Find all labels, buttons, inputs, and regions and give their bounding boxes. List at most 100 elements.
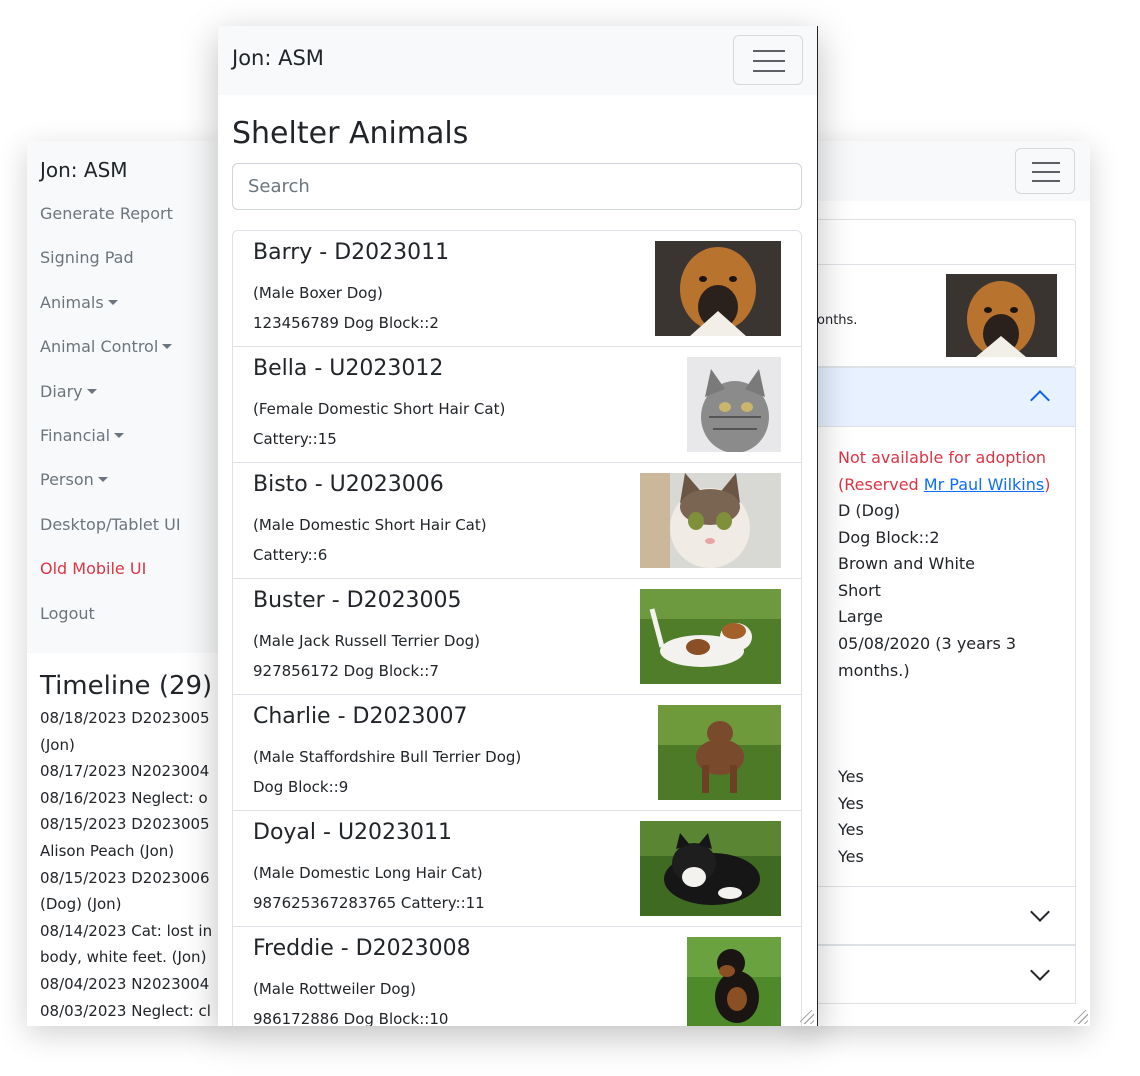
timeline-entry: (Jon) [40, 735, 75, 754]
kitten-photo [640, 473, 781, 568]
timeline-entry: 08/15/2023 D2023006 [40, 868, 210, 887]
flag-value: Yes [838, 820, 864, 840]
timeline-entry: 08/15/2023 D2023005 [40, 815, 210, 834]
menu-item-label: Logout [40, 603, 95, 623]
menu-item[interactable]: Old Mobile UI [40, 554, 227, 598]
animal-description: (Female Domestic Short Hair Cat) [253, 400, 506, 418]
detail-value: Short [838, 580, 881, 600]
menu-item[interactable]: Person [40, 465, 227, 509]
resize-grip-icon[interactable] [1074, 1010, 1088, 1024]
animal-name: Bisto - U2023006 [253, 472, 444, 497]
menu-item[interactable]: Desktop/Tablet UI [40, 510, 227, 554]
animal-name: Buster - D2023005 [253, 588, 462, 613]
animal-name: Bella - U2023012 [253, 356, 444, 381]
detail-navbar [800, 141, 1090, 201]
adoption-status: Not available for adoption [838, 448, 1047, 467]
menu-item[interactable]: Animal Control [40, 332, 227, 376]
caret-down-icon [86, 388, 97, 394]
menu-brand[interactable]: Jon: ASM [40, 155, 227, 199]
timeline-title: Timeline (29) [40, 671, 213, 701]
front-navbar: Jon: ASM [218, 26, 817, 95]
caret-down-icon [97, 477, 108, 483]
timeline-entry: 08/18/2023 D2023005 [40, 709, 210, 727]
accordion-section-3[interactable] [800, 945, 1076, 1004]
detail-value: D (Dog) [838, 501, 901, 520]
chevron-down-icon [1030, 902, 1050, 922]
menu-item[interactable]: Animals [40, 288, 227, 332]
menu-item-label: Person [40, 470, 94, 490]
timeline-entry: body, white feet. (Jon) [40, 948, 207, 967]
boxer-dog-photo [946, 274, 1057, 357]
resize-grip-icon[interactable] [800, 1010, 814, 1024]
animal-list-item[interactable]: Buster - D2023005 (Male Jack Russell Terr… [233, 579, 801, 695]
animal-list-item[interactable]: Barry - D2023011 (Male Boxer Dog) 12345678… [233, 231, 801, 347]
menu-item[interactable]: Logout [40, 599, 227, 643]
timeline-entry: 08/16/2023 Neglect: o [40, 788, 208, 807]
animal-description: (Male Rottweiler Dog) [253, 980, 416, 998]
rottweiler-photo [687, 937, 781, 1026]
animal-location: Cattery::6 [253, 546, 328, 564]
detail-value: months.) [838, 660, 910, 680]
animal-description: (Male Jack Russell Terrier Dog) [253, 632, 481, 650]
caret-down-icon [114, 432, 125, 438]
timeline-entry: (Dog) (Jon) [40, 895, 122, 914]
boxer-dog-photo [655, 241, 781, 336]
caret-down-icon [162, 344, 173, 350]
age-snippet: onths. [817, 313, 858, 328]
side-menu: Jon: ASM Generate Report Signing Pad Anima… [27, 141, 227, 653]
animal-list-item[interactable]: Bisto - U2023006 (Male Domestic Short Hai… [233, 463, 801, 579]
timeline-entry: 08/14/2023 Cat: lost in [40, 921, 213, 940]
menu-item-label: Diary [40, 381, 83, 401]
search-input[interactable] [232, 163, 802, 210]
menu-toggle-button[interactable] [1015, 148, 1075, 194]
animal-name: Doyal - U2023011 [253, 820, 453, 845]
animal-description: (Male Domestic Long Hair Cat) [253, 864, 483, 882]
menu-item-label: Desktop/Tablet UI [40, 514, 181, 534]
chevron-up-icon [1030, 390, 1050, 410]
animal-location: Dog Block::9 [253, 778, 349, 796]
flag-value: Yes [838, 767, 864, 786]
staffy-photo [658, 705, 781, 800]
animal-description: (Male Boxer Dog) [253, 284, 383, 302]
menu-window: Jon: ASM Generate Report Signing Pad Anima… [27, 141, 227, 1026]
flag-value: Yes [838, 793, 864, 813]
timeline-entry: 08/03/2023 Neglect: cl [40, 1001, 211, 1020]
navbar-brand[interactable]: Jon: ASM [232, 46, 324, 70]
adoption-accordion-header[interactable] [800, 367, 1076, 427]
reserved-line: (Reserved Mr Paul Wilkins) [838, 474, 1051, 494]
menu-item-label: Signing Pad [40, 248, 134, 268]
flag-value: Yes [838, 846, 864, 866]
timeline-entry: 08/17/2023 N2023004 [40, 762, 210, 781]
reserved-person-link[interactable]: Mr Paul Wilkins [924, 475, 1044, 494]
accordion-section-2[interactable] [800, 886, 1076, 945]
animal-list-item[interactable]: Bella - U2023012 (Female Domestic Short H… [233, 347, 801, 463]
animal-name: Charlie - D2023007 [253, 704, 468, 729]
menu-item[interactable]: Signing Pad [40, 243, 227, 287]
animal-list-item[interactable]: Doyal - U2023011 (Male Domestic Long Hair… [233, 811, 801, 927]
menu-item[interactable]: Generate Report [40, 199, 227, 243]
adoption-accordion-body: Not available for adoption (Reserved Mr … [800, 427, 1076, 887]
animal-detail-window: onths. Not available for adoption (Reser… [800, 141, 1090, 1026]
detail-value: 05/08/2020 (3 years 3 [838, 634, 1017, 653]
menu-toggle-button[interactable] [733, 35, 803, 85]
animal-list-item[interactable]: Freddie - D2023008 (Male Rottweiler Dog) 9… [233, 927, 801, 1026]
shelter-animals-window: Jon: ASM Shelter Animals Barry - D202301… [218, 26, 818, 1026]
menu-item[interactable]: Diary [40, 377, 227, 421]
menu-item-label: Old Mobile UI [40, 559, 147, 579]
detail-value: Brown and White [838, 554, 976, 574]
caret-down-icon [107, 299, 118, 305]
menu-item-label: Animal Control [40, 337, 159, 357]
animal-location: 986172886 Dog Block::10 [253, 1010, 449, 1026]
animal-location: Cattery::15 [253, 430, 337, 448]
animal-name: Freddie - D2023008 [253, 936, 471, 961]
animal-description: (Male Domestic Short Hair Cat) [253, 516, 487, 534]
menu-item-label: Generate Report [40, 204, 173, 223]
detail-value: Large [838, 607, 884, 627]
menu-item-label: Financial [40, 425, 111, 445]
animal-list-item[interactable]: Charlie - D2023007 (Male Staffordshire Bu… [233, 695, 801, 811]
menu-item[interactable]: Financial [40, 421, 227, 465]
timeline-entry: Alison Peach (Jon) [40, 841, 175, 860]
animal-description: (Male Staffordshire Bull Terrier Dog) [253, 748, 522, 766]
animal-location: 927856172 Dog Block::7 [253, 662, 439, 680]
detail-value: Dog Block::2 [838, 527, 940, 547]
